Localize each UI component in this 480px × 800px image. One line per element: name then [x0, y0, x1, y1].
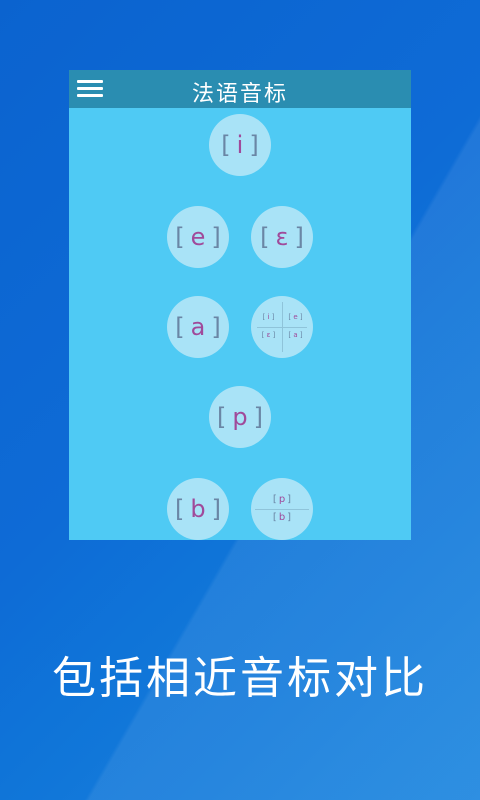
compare-pair: [p] [b]: [251, 478, 313, 540]
phoneme-button-p[interactable]: [p]: [209, 386, 271, 448]
phoneme-label: i: [236, 131, 244, 159]
promo-caption: 包括相近音标对比: [52, 653, 428, 704]
phoneme-label: a: [190, 313, 206, 341]
phoneme-button-b[interactable]: [b]: [167, 478, 229, 540]
compare-button-vowels[interactable]: [ i ] [ e ] [ ɛ ] [ a ]: [251, 296, 313, 358]
compare-button-pb[interactable]: [p] [b]: [251, 478, 313, 540]
compare-grid: [ i ] [ e ] [ ɛ ] [ a ]: [251, 296, 313, 358]
app-bar: 法语音标: [69, 70, 411, 108]
phoneme-button-epsilon[interactable]: [ɛ]: [251, 206, 313, 268]
phoneme-button-e[interactable]: [e]: [167, 206, 229, 268]
app-screen: 法语音标 [i] [e] [ɛ] [a] [ i ] [ e ] [ ɛ ] […: [69, 70, 411, 540]
phoneme-label: ɛ: [275, 223, 289, 251]
app-title: 法语音标: [191, 82, 288, 107]
phoneme-label: b: [190, 495, 206, 523]
phoneme-label: p: [232, 403, 248, 431]
phoneme-button-i[interactable]: [i]: [209, 114, 271, 176]
phoneme-button-a[interactable]: [a]: [167, 296, 229, 358]
phoneme-label: e: [190, 223, 206, 251]
